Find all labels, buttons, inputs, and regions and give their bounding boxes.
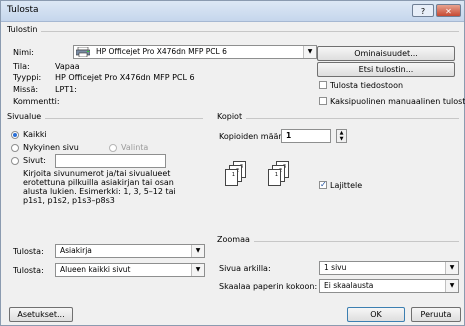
current-page-label: Nykyinen sivu — [23, 143, 79, 152]
copies-group: Kopiot — [217, 112, 459, 121]
pages-label: Sivut: — [23, 156, 46, 165]
zoom-group-label: Zoomaa — [217, 235, 254, 244]
status-label: Tila: — [13, 62, 30, 71]
current-page-radio[interactable] — [11, 144, 19, 152]
pages-help-line-3: alusta lukien. Esimerkki: 1, 3, 5–12 tai — [23, 187, 176, 196]
copies-group-label: Kopiot — [217, 112, 247, 121]
options-button[interactable]: Asetukset... — [9, 307, 73, 322]
page-icon: 1 — [225, 169, 238, 186]
collate-label: Lajittele — [330, 181, 363, 190]
manual-duplex-label: Kaksipuolinen manuaalinen tulostus — [330, 97, 465, 106]
copies-count-input[interactable]: 1 — [281, 129, 331, 143]
type-label: Tyyppi: — [13, 73, 42, 82]
printer-name-label: Nimi: — [13, 48, 34, 57]
close-button[interactable]: ✕ — [436, 4, 461, 17]
chevron-down-icon: ▼ — [303, 46, 316, 58]
scale-label: Skaalaa paperin kokoon: — [219, 282, 318, 291]
type-value: HP Officejet Pro X476dn MFP PCL 6 — [55, 73, 195, 82]
chevron-down-icon: ▼ — [445, 280, 458, 292]
chevron-down-icon: ▼ — [445, 262, 458, 274]
printer-group: Tulostin — [7, 25, 459, 34]
pages-help-line-2: erotettuna pilkuilla asiakirjan tai osan — [23, 178, 174, 187]
printer-icon — [75, 46, 91, 58]
status-value: Vapaa — [55, 62, 80, 71]
chevron-down-icon: ▼ — [191, 264, 204, 276]
ok-button[interactable]: OK — [347, 307, 405, 322]
find-printer-button[interactable]: Etsi tulostin... — [317, 62, 455, 77]
help-button[interactable]: ? — [412, 4, 434, 17]
pages-per-sheet-label: Sivua arkilla: — [219, 264, 271, 273]
copies-count-label: Kopioiden määrä: — [219, 132, 290, 141]
page-range-group-label: Sivualue — [7, 112, 46, 121]
where-value: LPT1: — [55, 85, 77, 94]
title-bar: Tulosta ? ✕ — [1, 1, 464, 22]
page-icon: 1 — [268, 169, 281, 186]
print-what-select[interactable]: Asiakirja ▼ — [55, 244, 205, 258]
pages-per-sheet-value: 1 sivu — [324, 263, 347, 272]
print-to-file-label: Tulosta tiedostoon — [330, 81, 404, 90]
pages-help-line-4: p1s1, p1s2, p1s3–p8s3 — [23, 196, 115, 205]
cancel-button[interactable]: Peruuta — [411, 307, 461, 322]
all-pages-label: Kaikki — [23, 130, 47, 139]
print-dialog: Tulosta ? ✕ Tulostin Nimi: HP Officejet … — [0, 0, 465, 326]
page-range-group: Sivualue — [7, 112, 203, 121]
print-label: Tulosta: — [13, 266, 44, 275]
printer-group-label: Tulostin — [7, 25, 42, 34]
copies-spinner[interactable]: ▲ ▼ — [336, 129, 347, 143]
where-label: Missä: — [13, 85, 39, 94]
zoom-group: Zoomaa — [217, 235, 459, 244]
scale-value: Ei skaalausta — [324, 281, 374, 290]
print-what-label: Tulosta: — [13, 247, 44, 256]
printer-select-value: HP Officejet Pro X476dn MFP PCL 6 — [96, 47, 227, 56]
chevron-down-icon: ▼ — [191, 245, 204, 257]
manual-duplex-checkbox[interactable] — [319, 97, 327, 105]
properties-button[interactable]: Ominaisuudet... — [317, 46, 455, 61]
print-what-value: Asiakirja — [60, 246, 92, 255]
dialog-title: Tulosta — [7, 5, 39, 15]
printer-select[interactable]: HP Officejet Pro X476dn MFP PCL 6 ▼ — [73, 45, 317, 59]
all-pages-radio[interactable] — [11, 131, 19, 139]
selection-radio[interactable] — [109, 144, 117, 152]
comment-label: Kommentti: — [13, 97, 60, 106]
pages-per-sheet-select[interactable]: 1 sivu ▼ — [319, 261, 459, 275]
selection-label: Valinta — [121, 143, 149, 152]
print-select[interactable]: Alueen kaikki sivut ▼ — [55, 263, 205, 277]
scale-select[interactable]: Ei skaalausta ▼ — [319, 279, 459, 293]
pages-radio[interactable] — [11, 157, 19, 165]
pages-help-line-1: Kirjoita sivunumerot ja/tai sivualueet — [23, 169, 171, 178]
collate-checkbox[interactable] — [319, 180, 327, 189]
print-to-file-checkbox[interactable] — [319, 81, 327, 89]
print-value: Alueen kaikki sivut — [60, 265, 131, 274]
pages-input[interactable] — [55, 154, 166, 168]
